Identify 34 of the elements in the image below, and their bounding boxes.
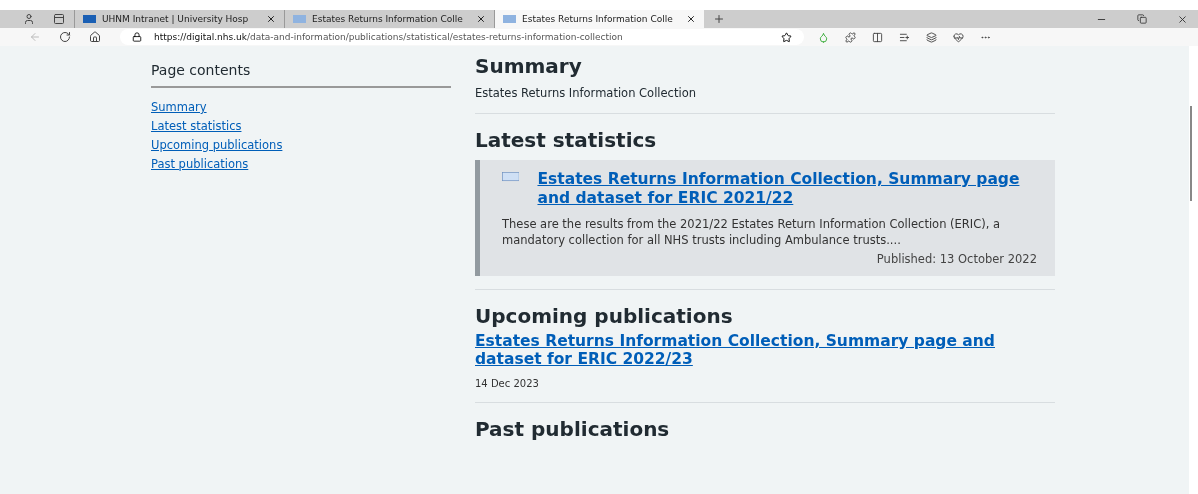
section-heading: Past publications [475, 417, 671, 441]
section-heading: Upcoming publications [475, 304, 734, 328]
scrollbar[interactable] [1190, 106, 1192, 201]
extensions-icon[interactable] [845, 31, 856, 43]
address-bar[interactable]: https://digital.nhs.uk/data-and-information/publications/statistical/estates-returns-information-collection [120, 29, 804, 45]
favicon-icon [293, 15, 306, 23]
favicon-icon [83, 15, 96, 23]
published-date: Published: 13 October 2022 [875, 252, 1037, 266]
restore-icon[interactable] [1137, 13, 1147, 24]
section-heading: Latest statistics [475, 128, 658, 152]
release-date: 14 Dec 2023 [475, 378, 540, 389]
close-icon[interactable] [686, 14, 696, 24]
contents-link[interactable]: Latest statistics [151, 119, 451, 133]
close-icon[interactable] [1177, 13, 1188, 25]
contents-link[interactable]: Upcoming publications [151, 138, 451, 152]
contents-link[interactable]: Past publications [151, 157, 451, 171]
split-screen-icon[interactable] [872, 31, 883, 43]
document-icon [502, 170, 520, 184]
collections-icon[interactable] [926, 31, 937, 43]
favorite-icon[interactable] [781, 31, 792, 43]
health-icon[interactable] [953, 31, 964, 43]
summary-text: Estates Returns Information Collection [475, 86, 697, 100]
publication-link[interactable]: Estates Returns Information Collection, Summary page and dataset for ERIC 2022/23 [475, 332, 1055, 368]
close-icon[interactable] [476, 14, 486, 24]
favicon-icon [503, 15, 516, 23]
publication-description: These are the results from the 2021/22 Estates Return Information Collection (ERIC), a mandatory collection for all NHS trusts including Ambulance trusts.... [502, 216, 1002, 248]
favorites-icon[interactable] [899, 31, 910, 43]
lock-icon [132, 32, 142, 42]
close-icon[interactable] [266, 14, 276, 24]
browser-tab[interactable]: Estates Returns Information Colle [494, 10, 704, 28]
section-heading: Summary [475, 54, 583, 78]
page-contents-title: Page contents [151, 62, 451, 88]
contents-link[interactable]: Summary [151, 100, 451, 114]
publication-link[interactable]: Estates Returns Information Collection, Summary page and dataset for ERIC 2021/22 [537, 170, 1037, 208]
